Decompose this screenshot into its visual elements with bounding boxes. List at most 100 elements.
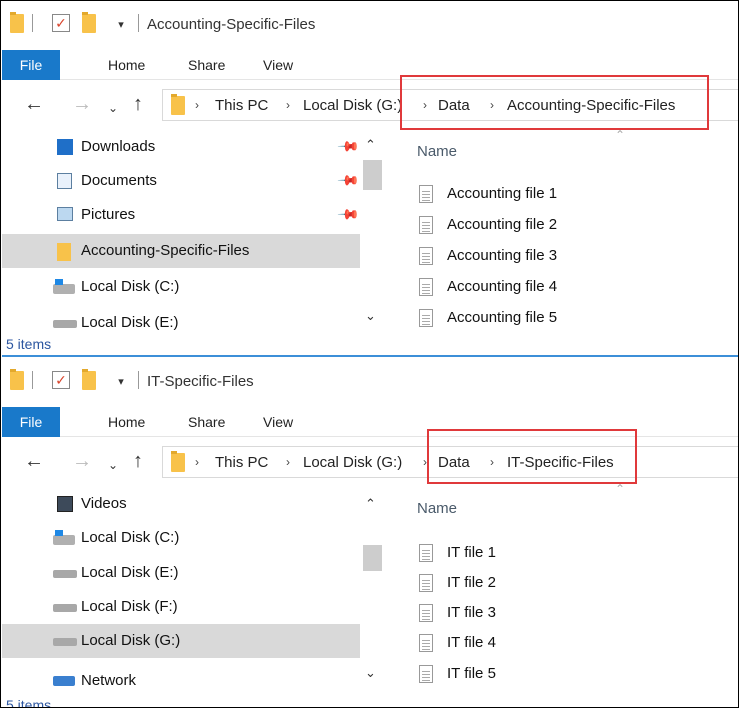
breadcrumb-chevron-icon[interactable]: › <box>195 455 199 469</box>
file-name: Accounting file 4 <box>447 278 558 295</box>
column-header-name[interactable]: Name <box>417 143 457 160</box>
new-folder-icon[interactable] <box>82 369 96 390</box>
nav-item-local-disk-e[interactable]: Local Disk (E:) <box>2 306 360 340</box>
status-bar-item-count: 5 items <box>6 336 52 352</box>
customize-toolbar-icon[interactable]: ▾ <box>114 375 128 389</box>
file-name: IT file 5 <box>447 665 496 682</box>
sort-ascending-icon: ⌃ <box>615 482 626 496</box>
tab-share[interactable]: Share <box>188 407 225 437</box>
text-file-icon <box>419 574 433 592</box>
tab-view[interactable]: View <box>263 50 293 80</box>
drive-icon <box>53 604 77 612</box>
text-file-icon <box>419 278 433 296</box>
file-name: IT file 1 <box>447 544 496 561</box>
nav-item-network[interactable]: Network <box>2 664 360 698</box>
nav-item-label: Accounting-Specific-Files <box>81 242 250 259</box>
nav-item-label: Network <box>81 672 137 689</box>
folder-icon <box>10 369 24 390</box>
drive-icon <box>53 570 77 578</box>
up-arrow-icon[interactable]: ↑ <box>133 451 143 471</box>
pin-icon[interactable]: 📌 <box>337 202 361 226</box>
up-arrow-icon[interactable]: ↑ <box>133 94 143 114</box>
breadcrumb-chevron-icon[interactable]: › <box>286 455 290 469</box>
highlight-box <box>400 75 709 130</box>
file-name: Accounting file 1 <box>447 185 558 202</box>
scrollbar-thumb[interactable] <box>363 160 382 190</box>
nav-item-local-disk-g[interactable]: Local Disk (G:) <box>2 624 360 658</box>
scrollbar-thumb[interactable] <box>363 545 382 571</box>
properties-icon[interactable]: ✓ <box>52 371 70 389</box>
text-file-icon <box>419 665 433 683</box>
recent-locations-chevron-icon[interactable]: ⌄ <box>108 98 118 118</box>
nav-item-documents[interactable]: Documents 📌 <box>2 164 361 198</box>
file-name: Accounting file 3 <box>447 247 558 264</box>
window-title: IT-Specific-Files <box>147 373 254 390</box>
forward-arrow-icon[interactable]: → <box>72 451 92 471</box>
nav-item-local-disk-f[interactable]: Local Disk (F:) <box>2 590 360 624</box>
nav-item-label: Downloads <box>81 138 156 155</box>
text-file-icon <box>419 634 433 652</box>
nav-item-local-disk-e[interactable]: Local Disk (E:) <box>2 556 360 590</box>
navigation-pane: Downloads 📌 Documents 📌 Pictures 📌 Accou… <box>2 130 387 355</box>
file-list: ⌃ Name IT file 1 IT file 2 IT file 3 IT … <box>387 482 738 687</box>
nav-item-downloads[interactable]: Downloads 📌 <box>2 130 361 164</box>
new-folder-icon[interactable] <box>82 12 96 33</box>
scroll-down-icon[interactable]: ⌄ <box>365 665 376 681</box>
forward-arrow-icon[interactable]: → <box>72 94 92 114</box>
recent-locations-chevron-icon[interactable]: ⌄ <box>108 455 118 475</box>
navigation-bar: ← → ⌄ ↑ › This PC › Local Disk (G:) › Da… <box>2 429 738 487</box>
separator <box>138 14 139 32</box>
drive-icon <box>53 638 77 646</box>
nav-item-label: Local Disk (E:) <box>81 564 179 581</box>
drive-icon <box>53 320 77 328</box>
file-name: IT file 3 <box>447 604 496 621</box>
properties-icon[interactable]: ✓ <box>52 14 70 32</box>
nav-item-label: Pictures <box>81 206 136 223</box>
explorer-window-accounting: ✓ ▾ Accounting-Specific-Files File Home … <box>2 2 738 357</box>
pin-icon[interactable]: 📌 <box>337 168 361 192</box>
tab-home[interactable]: Home <box>108 50 145 80</box>
breadcrumb-this-pc[interactable]: This PC <box>215 454 268 471</box>
scroll-up-icon[interactable]: ⌃ <box>365 496 376 512</box>
scroll-up-icon[interactable]: ⌃ <box>365 137 376 153</box>
tab-share[interactable]: Share <box>188 50 225 80</box>
customize-toolbar-icon[interactable]: ▾ <box>114 18 128 32</box>
text-file-icon <box>419 544 433 562</box>
tab-file[interactable]: File <box>2 407 60 437</box>
scroll-down-icon[interactable]: ⌄ <box>365 308 376 324</box>
breadcrumb-chevron-icon[interactable]: › <box>286 98 290 112</box>
nav-scrollbar[interactable]: ⌃ ⌄ <box>360 487 384 687</box>
separator <box>32 371 33 389</box>
title-bar: ✓ ▾ IT-Specific-Files <box>2 359 738 407</box>
tab-file[interactable]: File <box>2 50 60 80</box>
nav-item-accounting-specific-files[interactable]: Accounting-Specific-Files <box>2 234 360 268</box>
text-file-icon <box>419 216 433 234</box>
breadcrumb-chevron-icon[interactable]: › <box>195 98 199 112</box>
tab-view[interactable]: View <box>263 407 293 437</box>
pictures-icon <box>57 207 73 221</box>
breadcrumb-local-disk-g[interactable]: Local Disk (G:) <box>303 454 402 471</box>
file-name: IT file 4 <box>447 634 496 651</box>
window-title: Accounting-Specific-Files <box>147 16 316 33</box>
tab-home[interactable]: Home <box>108 407 145 437</box>
nav-item-videos[interactable]: Videos <box>2 487 360 521</box>
title-bar: ✓ ▾ Accounting-Specific-Files <box>2 2 738 50</box>
breadcrumb-this-pc[interactable]: This PC <box>215 97 268 114</box>
nav-item-local-disk-c[interactable]: Local Disk (C:) <box>2 521 360 555</box>
nav-item-label: Videos <box>81 495 127 512</box>
windows-drive-icon <box>53 530 75 545</box>
folder-icon <box>171 94 185 115</box>
sort-ascending-icon: ⌃ <box>615 128 626 142</box>
documents-icon <box>57 173 72 189</box>
back-arrow-icon[interactable]: ← <box>24 94 44 114</box>
back-arrow-icon[interactable]: ← <box>24 451 44 471</box>
nav-scrollbar[interactable]: ⌃ ⌄ <box>360 130 384 330</box>
nav-item-pictures[interactable]: Pictures 📌 <box>2 198 361 232</box>
breadcrumb-local-disk-g[interactable]: Local Disk (G:) <box>303 97 402 114</box>
nav-item-label: Local Disk (G:) <box>81 632 181 649</box>
column-header-name[interactable]: Name <box>417 500 457 517</box>
explorer-window-it: ✓ ▾ IT-Specific-Files File Home Share Vi… <box>2 359 738 707</box>
nav-item-local-disk-c[interactable]: Local Disk (C:) <box>2 270 360 304</box>
nav-item-label: Local Disk (C:) <box>81 529 180 546</box>
pin-icon[interactable]: 📌 <box>337 134 361 158</box>
